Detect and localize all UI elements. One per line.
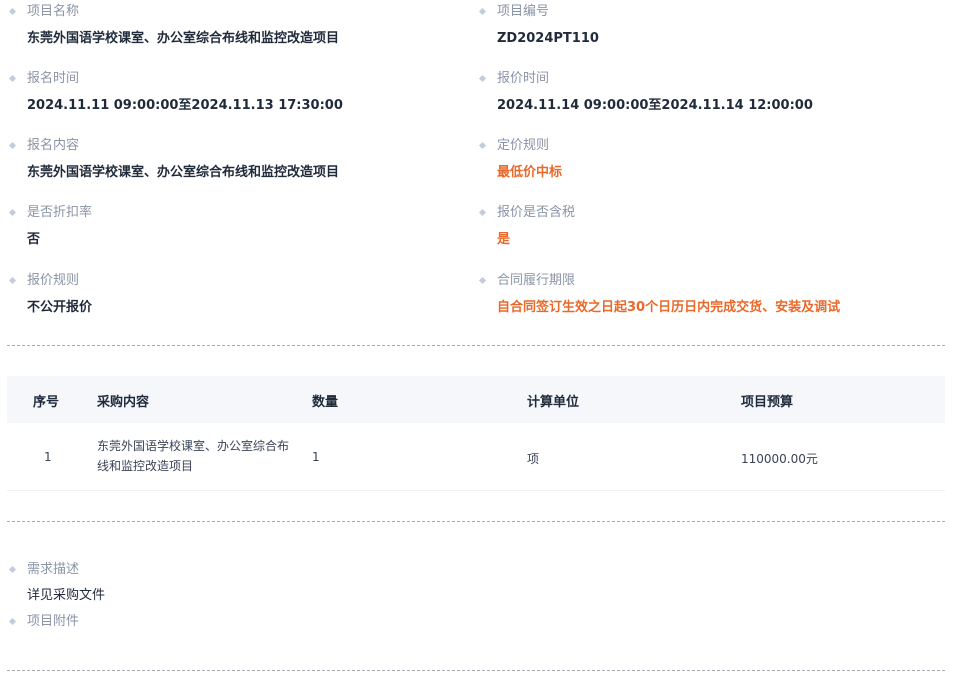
field-value: ZD2024PT110 [497, 31, 599, 46]
field-label: 需求描述 [7, 562, 105, 578]
field-discount-rate: 是否折扣率 否 [7, 205, 92, 249]
field-label: 报价规则 [7, 273, 92, 289]
column-header: 采购内容 [97, 395, 150, 410]
diamond-bullet-icon [8, 74, 17, 83]
divider [7, 670, 945, 671]
field-pricing-rule: 定价规则 最低价中标 [477, 138, 562, 182]
field-contract-term: 合同履行期限 自合同签订生效之日起30个日历日内完成交货、安装及调试 [477, 273, 840, 317]
field-value: 自合同签订生效之日起30个日历日内完成交货、安装及调试 [497, 300, 841, 315]
field-label: 报名内容 [7, 138, 339, 154]
field-value: 2024.11.14 09:00:00至2024.11.14 12:00:00 [497, 98, 813, 113]
field-label: 定价规则 [477, 138, 562, 154]
column-header: 项目预算 [741, 395, 794, 410]
cell-qty: 1 [312, 450, 320, 464]
diamond-bullet-icon [8, 208, 17, 217]
diamond-bullet-icon [478, 74, 487, 83]
field-label: 合同履行期限 [477, 273, 840, 289]
diamond-bullet-icon [8, 617, 17, 626]
field-label: 报名时间 [7, 71, 343, 87]
cell-no: 1 [44, 450, 52, 464]
diamond-bullet-icon [8, 276, 17, 285]
procurement-table: 序号 采购内容 数量 计算单位 项目预算 1 东莞外国语学校课室、办公室综合布线… [7, 376, 945, 491]
field-label: 项目编号 [477, 4, 599, 20]
diamond-bullet-icon [8, 565, 17, 574]
field-value: 最低价中标 [497, 165, 563, 180]
field-quote-rule: 报价规则 不公开报价 [7, 273, 92, 317]
column-header: 数量 [312, 395, 339, 410]
field-quote-time: 报价时间 2024.11.14 09:00:00至2024.11.14 12:0… [477, 71, 813, 115]
column-header: 计算单位 [527, 395, 580, 410]
field-value: 东莞外国语学校课室、办公室综合布线和监控改造项目 [27, 165, 340, 180]
field-value: 不公开报价 [27, 300, 93, 315]
diamond-bullet-icon [478, 276, 487, 285]
diamond-bullet-icon [8, 141, 17, 150]
diamond-bullet-icon [8, 7, 17, 16]
field-label: 报价时间 [477, 71, 813, 87]
field-label: 报价是否含税 [477, 205, 575, 221]
table-header: 序号 采购内容 数量 计算单位 项目预算 [7, 376, 945, 423]
field-signup-content: 报名内容 东莞外国语学校课室、办公室综合布线和监控改造项目 [7, 138, 339, 182]
divider [7, 521, 945, 522]
field-tax-included: 报价是否含税 是 [477, 205, 575, 249]
field-label: 项目附件 [7, 614, 79, 630]
field-project-no: 项目编号 ZD2024PT110 [477, 4, 599, 48]
field-signup-time: 报名时间 2024.11.11 09:00:00至2024.11.13 17:3… [7, 71, 343, 115]
cell-budget: 110000.00元 [741, 452, 818, 466]
field-attachments: 项目附件 [7, 614, 79, 630]
column-header: 序号 [33, 395, 60, 410]
field-requirements: 需求描述 详见采购文件 [7, 562, 105, 605]
field-value: 东莞外国语学校课室、办公室综合布线和监控改造项目 [27, 31, 340, 46]
diamond-bullet-icon [478, 7, 487, 16]
table-row: 1 东莞外国语学校课室、办公室综合布线和监控改造项目 1 项 110000.00… [7, 423, 945, 491]
field-value: 否 [27, 232, 41, 247]
cell-unit: 项 [527, 452, 540, 466]
field-project-name: 项目名称 东莞外国语学校课室、办公室综合布线和监控改造项目 [7, 4, 339, 48]
field-label: 是否折扣率 [7, 205, 92, 221]
diamond-bullet-icon [478, 208, 487, 217]
field-value: 是 [497, 232, 511, 247]
field-value: 2024.11.11 09:00:00至2024.11.13 17:30:00 [27, 98, 343, 113]
field-value: 详见采购文件 [27, 588, 106, 603]
diamond-bullet-icon [478, 141, 487, 150]
cell-content: 东莞外国语学校课室、办公室综合布线和监控改造项目 [97, 439, 290, 473]
divider [7, 345, 945, 346]
field-label: 项目名称 [7, 4, 339, 20]
